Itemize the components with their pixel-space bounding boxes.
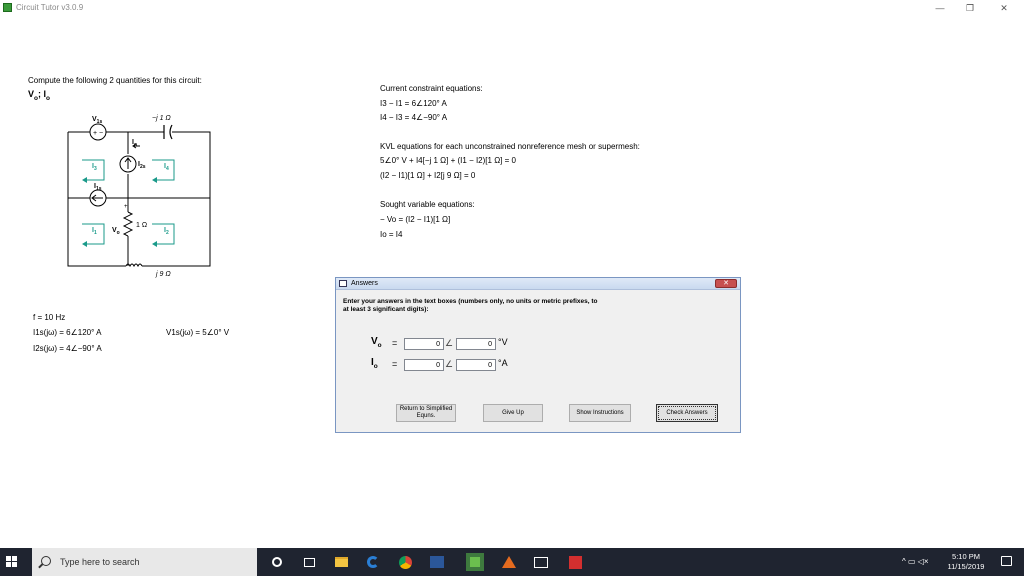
label-io: Io [132,139,137,148]
task-view-icon[interactable] [300,553,318,571]
io-magnitude-input[interactable] [404,359,444,371]
answer-io-label: Io [371,357,378,370]
kvl-equation-2: (I2 − I1)[1 Ω] + I2[j 9 Ω] = 0 [380,171,476,180]
problem-prompt: Compute the following 2 quantities for t… [28,76,202,85]
kvl-heading: KVL equations for each unconstrained non… [380,142,640,151]
label-res1: 1 Ω [136,222,147,229]
wire-right [142,131,211,267]
kvl-equation-1: 5∠0° V + I4[−j 1 Ω] + (I1 − I2)[1 Ω] = 0 [380,156,516,165]
cortana-icon[interactable] [268,553,286,571]
return-to-equations-button[interactable]: Return to Simplified Equns. [396,404,456,422]
show-instructions-button[interactable]: Show Instructions [569,404,631,422]
photos-app-icon[interactable] [532,553,550,571]
label-i2: I2 [164,227,169,236]
acrobat-app-icon[interactable] [566,553,584,571]
current-constraint-1: I3 − I1 = 6∠120° A [380,99,447,108]
taskbar-clock[interactable]: 5:10 PM 11/15/2019 [944,552,988,572]
file-explorer-icon[interactable] [332,553,350,571]
label-i2s: I2s [138,161,146,170]
dialog-title: Answers [351,280,378,287]
minimize-button[interactable]: — [930,2,950,14]
app-icon [3,3,12,12]
label-inductor: j 9 Ω [155,271,171,278]
circuit-tutor-app-icon[interactable] [466,553,484,571]
vo-angle-symbol: ∠ [445,338,454,348]
dialog-window-icon [339,280,347,287]
clock-time: 5:10 PM [952,552,980,561]
answer-vo-label: Vo [371,336,382,349]
search-icon [41,556,51,566]
vo-magnitude-input[interactable] [404,338,444,350]
vsrc-polarity: + − [93,130,103,137]
mesh-i3-arrow-icon [82,177,87,183]
clock-date: 11/15/2019 [947,562,985,571]
io-angle-input[interactable] [456,359,496,371]
sought-equation-1: − Vo = (I2 − I1)[1 Ω] [380,215,451,224]
label-vo-plus: + [124,204,128,210]
label-i4: I4 [164,163,169,172]
dialog-close-button[interactable]: ✕ [715,279,737,288]
taskbar-search-box[interactable]: Type here to search [32,548,257,576]
dialog-instructions: Enter your answers in the text boxes (nu… [343,298,598,313]
windows-start-icon[interactable] [6,556,18,568]
chrome-browser-icon[interactable] [396,553,414,571]
answers-dialog: Answers ✕ Enter your answers in the text… [335,277,741,433]
word-app-icon[interactable] [428,553,446,571]
given-i1s: I1s(jω) = 6∠120° A [33,328,102,337]
given-v1s: V1s(jω) = 5∠0° V [166,328,230,337]
label-i1: I1 [92,227,97,236]
close-window-button[interactable]: ✕ [994,2,1014,14]
maximize-button[interactable]: ❐ [960,2,980,14]
matlab-app-icon[interactable] [500,553,518,571]
title-bar: Circuit Tutor v3.0.9 — ❐ ✕ [0,0,1024,16]
given-i2s: I2s(jω) = 4∠−90° A [33,344,102,353]
dialog-title-bar[interactable]: Answers ✕ [336,278,740,290]
edge-browser-icon[interactable] [364,553,382,571]
check-answers-button[interactable]: Check Answers [656,404,718,422]
sought-heading: Sought variable equations: [380,200,475,209]
sought-quantities: Vo; Io [28,89,50,102]
label-vo: Vo [112,227,120,236]
mesh-i1-arrow-icon [82,241,87,247]
mesh-i2-arrow-icon [152,241,157,247]
label-cap: −j 1 Ω [152,115,171,122]
given-frequency: f = 10 Hz [33,313,66,322]
circuit-diagram: + − V1s −j 1 Ω Io I3 I2s I4 I1s I1 Vo + … [67,115,211,278]
mesh-i2-box [152,223,175,245]
io-equals: = [392,359,398,369]
capacitor-plate-2 [169,124,173,140]
vo-unit: °V [498,337,508,347]
sought-equation-2: Io = I4 [380,230,403,239]
label-v1s: V1s [92,116,102,125]
search-placeholder: Type here to search [60,557,140,567]
give-up-button[interactable]: Give Up [483,404,543,422]
mesh-i4-arrow-icon [152,177,157,183]
vo-angle-input[interactable] [456,338,496,350]
resistor-1ohm [122,211,134,237]
label-i3: I3 [92,163,97,172]
current-constraint-2: I4 − I3 = 4∠−90° A [380,113,448,122]
vo-equals: = [392,338,398,348]
window-title: Circuit Tutor v3.0.9 [16,3,84,12]
io-angle-symbol: ∠ [445,359,454,369]
label-i1s: I1s [94,183,102,192]
io-unit: °A [498,358,508,368]
notifications-icon[interactable] [1001,556,1012,566]
taskbar: Type here to search ^ ▭ ◁× 5:10 PM 11/15… [0,548,1024,576]
system-tray-icons[interactable]: ^ ▭ ◁× [902,557,929,566]
mesh-i4-box [152,159,175,181]
current-constraint-heading: Current constraint equations: [380,84,483,93]
